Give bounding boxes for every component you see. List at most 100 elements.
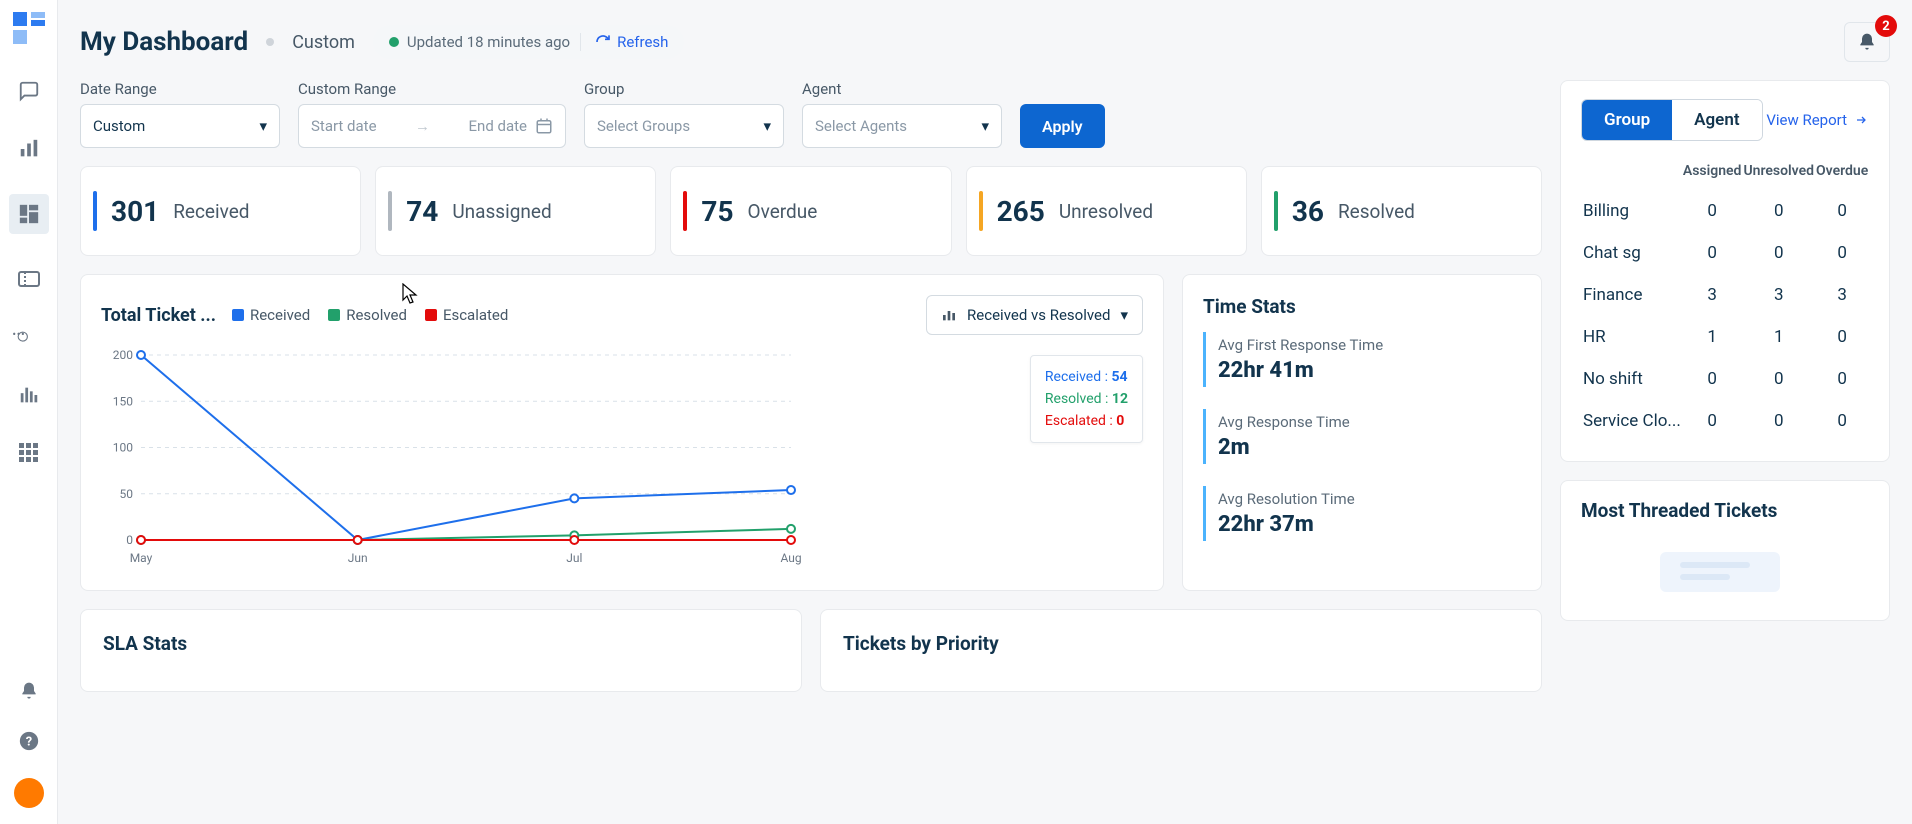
time-value: 2m bbox=[1218, 435, 1521, 460]
help-icon[interactable]: ? bbox=[16, 728, 42, 754]
dashboard-icon[interactable] bbox=[9, 194, 49, 234]
analytics-icon[interactable] bbox=[16, 136, 42, 162]
stat-bar bbox=[683, 191, 687, 231]
group-agent-toggle: Group Agent bbox=[1581, 99, 1763, 141]
chat-icon[interactable] bbox=[16, 78, 42, 104]
panel-title: SLA Stats bbox=[103, 632, 779, 655]
stat-label: Unassigned bbox=[452, 200, 551, 223]
row-name: Billing bbox=[1583, 191, 1681, 231]
svg-text:?: ? bbox=[25, 735, 31, 750]
empty-state-icon bbox=[1650, 542, 1800, 602]
time-value: 22hr 41m bbox=[1218, 358, 1521, 383]
agent-label: Agent bbox=[802, 80, 1002, 98]
stat-card[interactable]: 75 Overdue bbox=[670, 166, 951, 256]
chart-tooltip: Received : 54 Resolved : 12 Escalated : … bbox=[1030, 355, 1143, 443]
stat-label: Overdue bbox=[748, 200, 818, 223]
sla-stats-panel: SLA Stats bbox=[80, 609, 802, 692]
group-label: Group bbox=[584, 80, 784, 98]
app-logo bbox=[11, 10, 47, 46]
arrow-right-icon: → bbox=[385, 117, 461, 135]
custom-range-input[interactable]: Start date → End date bbox=[298, 104, 566, 148]
notifications-button[interactable]: 2 bbox=[1844, 22, 1890, 62]
row-name: Chat sg bbox=[1583, 233, 1681, 273]
stat-card[interactable]: 74 Unassigned bbox=[375, 166, 656, 256]
group-select[interactable]: Select Groups ▾ bbox=[584, 104, 784, 148]
stat-value: 301 bbox=[111, 195, 159, 228]
caret-down-icon: ▾ bbox=[259, 117, 267, 135]
avatar[interactable] bbox=[14, 778, 44, 808]
group-table: AssignedUnresolvedOverdueBilling000Chat … bbox=[1581, 161, 1870, 443]
svg-text:Aug: Aug bbox=[780, 551, 801, 565]
stat-label: Received bbox=[173, 200, 249, 223]
table-row[interactable]: Chat sg000 bbox=[1583, 233, 1868, 273]
chart-area[interactable]: 050100150200MayJunJulAug Received : 54 R… bbox=[101, 345, 1143, 570]
date-range-select[interactable]: Custom ▾ bbox=[80, 104, 280, 148]
bar-chart-icon bbox=[941, 307, 957, 323]
stat-card[interactable]: 265 Unresolved bbox=[966, 166, 1247, 256]
updated-text: Updated 18 minutes ago bbox=[407, 33, 570, 51]
stat-value: 74 bbox=[406, 195, 438, 228]
chart-legend: Received Resolved Escalated bbox=[232, 306, 508, 324]
time-stat-item: Avg First Response Time 22hr 41m bbox=[1203, 332, 1521, 387]
panel-title: Most Threaded Tickets bbox=[1581, 499, 1869, 522]
stat-bar bbox=[93, 191, 97, 231]
row-name: Finance bbox=[1583, 275, 1681, 315]
stat-value: 36 bbox=[1292, 195, 1324, 228]
time-label: Avg First Response Time bbox=[1218, 336, 1521, 354]
table-row[interactable]: Service Clo...000 bbox=[1583, 401, 1868, 441]
table-row[interactable]: Finance333 bbox=[1583, 275, 1868, 315]
agent-select[interactable]: Select Agents ▾ bbox=[802, 104, 1002, 148]
stat-bar bbox=[388, 191, 392, 231]
stat-value: 265 bbox=[997, 195, 1045, 228]
ticket-icon[interactable] bbox=[16, 266, 42, 292]
table-row[interactable]: HR110 bbox=[1583, 317, 1868, 357]
refresh-button[interactable]: Refresh bbox=[580, 33, 668, 51]
table-row[interactable]: No shift000 bbox=[1583, 359, 1868, 399]
stat-card[interactable]: 301 Received bbox=[80, 166, 361, 256]
toggle-group[interactable]: Group bbox=[1582, 100, 1672, 140]
apply-button[interactable]: Apply bbox=[1020, 104, 1105, 148]
table-header: Assigned bbox=[1683, 163, 1742, 189]
filter-bar: Date Range Custom ▾ Custom Range Start d… bbox=[80, 80, 1542, 148]
time-label: Avg Resolution Time bbox=[1218, 490, 1521, 508]
table-row[interactable]: Billing000 bbox=[1583, 191, 1868, 231]
time-label: Avg Response Time bbox=[1218, 413, 1521, 431]
legend-resolved: Resolved bbox=[328, 306, 407, 324]
dashboard-mode: Custom bbox=[292, 32, 355, 53]
toggle-agent[interactable]: Agent bbox=[1672, 100, 1761, 140]
notif-badge: 2 bbox=[1875, 15, 1897, 37]
apps-icon[interactable] bbox=[16, 440, 42, 466]
svg-text:Jul: Jul bbox=[566, 551, 582, 565]
date-range-label: Date Range bbox=[80, 80, 280, 98]
chart-panel: Total Ticket ... Received Resolved Escal… bbox=[80, 274, 1164, 591]
stat-row: 301 Received 74 Unassigned 75 Overdue 26… bbox=[80, 166, 1542, 256]
time-stat-item: Avg Resolution Time22hr 37m bbox=[1203, 486, 1521, 541]
table-header: Unresolved bbox=[1743, 163, 1814, 189]
svg-text:100: 100 bbox=[113, 441, 133, 455]
legend-escalated: Escalated bbox=[425, 306, 508, 324]
stat-bar bbox=[979, 191, 983, 231]
end-date-placeholder: End date bbox=[469, 117, 527, 135]
page-title: My Dashboard bbox=[80, 27, 248, 57]
line-chart: 050100150200MayJunJulAug bbox=[101, 345, 801, 570]
stat-card[interactable]: 36 Resolved bbox=[1261, 166, 1542, 256]
time-stats-panel: Time Stats Avg First Response Time22hr 4… bbox=[1182, 274, 1542, 591]
svg-text:0: 0 bbox=[126, 533, 133, 547]
stat-label: Unresolved bbox=[1059, 200, 1153, 223]
caret-down-icon: ▾ bbox=[763, 117, 771, 135]
reports-icon[interactable] bbox=[16, 382, 42, 408]
svg-text:150: 150 bbox=[113, 394, 133, 408]
view-report-link[interactable]: View Report bbox=[1766, 111, 1869, 129]
calendar-icon bbox=[535, 117, 553, 135]
chart-title: Total Ticket ... bbox=[101, 305, 216, 326]
live-dot-icon bbox=[389, 37, 399, 47]
svg-text:200: 200 bbox=[113, 348, 133, 362]
stat-label: Resolved bbox=[1338, 200, 1415, 223]
svg-text:50: 50 bbox=[120, 487, 134, 501]
status-dot bbox=[266, 38, 274, 46]
group-table-panel: Group Agent View Report AssignedUnresolv… bbox=[1560, 80, 1890, 462]
chart-type-select[interactable]: Received vs Resolved ▾ bbox=[926, 295, 1143, 335]
message-icon[interactable]: ••• bbox=[16, 324, 42, 350]
priority-panel: Tickets by Priority bbox=[820, 609, 1542, 692]
bell-icon[interactable] bbox=[16, 678, 42, 704]
